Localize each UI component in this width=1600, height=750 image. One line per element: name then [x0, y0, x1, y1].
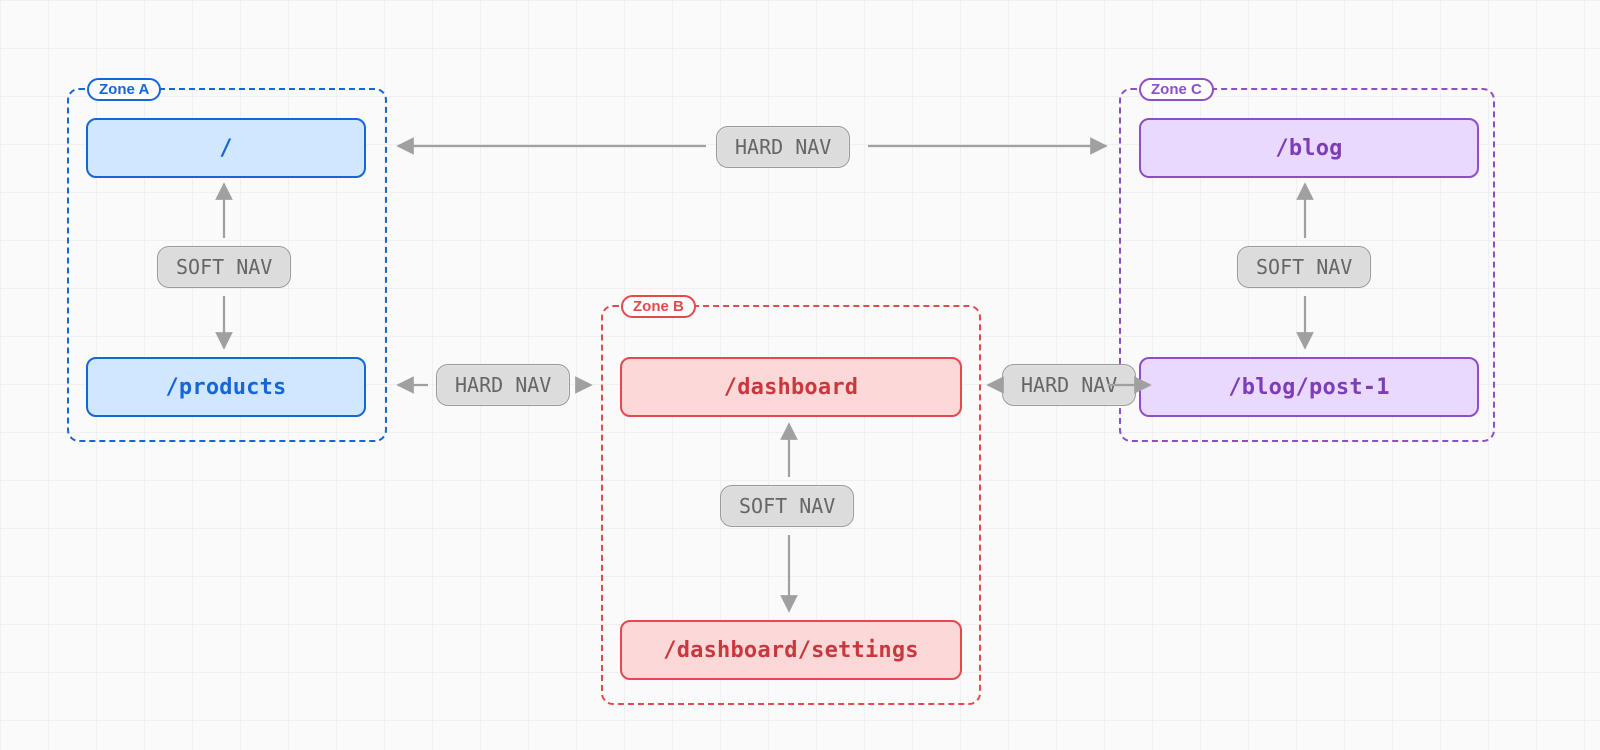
route-products: /products	[86, 357, 366, 417]
route-blog-post-1: /blog/post-1	[1139, 357, 1479, 417]
route-dashboard: /dashboard	[620, 357, 962, 417]
diagram-canvas: Zone A / /products SOFT NAV Zone B /dash…	[0, 0, 1600, 750]
softnav-zone-c: SOFT NAV	[1237, 246, 1371, 288]
hardnav-a-b: HARD NAV	[436, 364, 570, 406]
route-blog: /blog	[1139, 118, 1479, 178]
hardnav-b-c: HARD NAV	[1002, 364, 1136, 406]
route-dashboard-settings: /dashboard/settings	[620, 620, 962, 680]
zone-c-label: Zone C	[1139, 78, 1214, 101]
softnav-zone-a: SOFT NAV	[157, 246, 291, 288]
hardnav-a-c: HARD NAV	[716, 126, 850, 168]
zone-b-label: Zone B	[621, 295, 696, 318]
route-root: /	[86, 118, 366, 178]
zone-a-label: Zone A	[87, 78, 161, 101]
softnav-zone-b: SOFT NAV	[720, 485, 854, 527]
